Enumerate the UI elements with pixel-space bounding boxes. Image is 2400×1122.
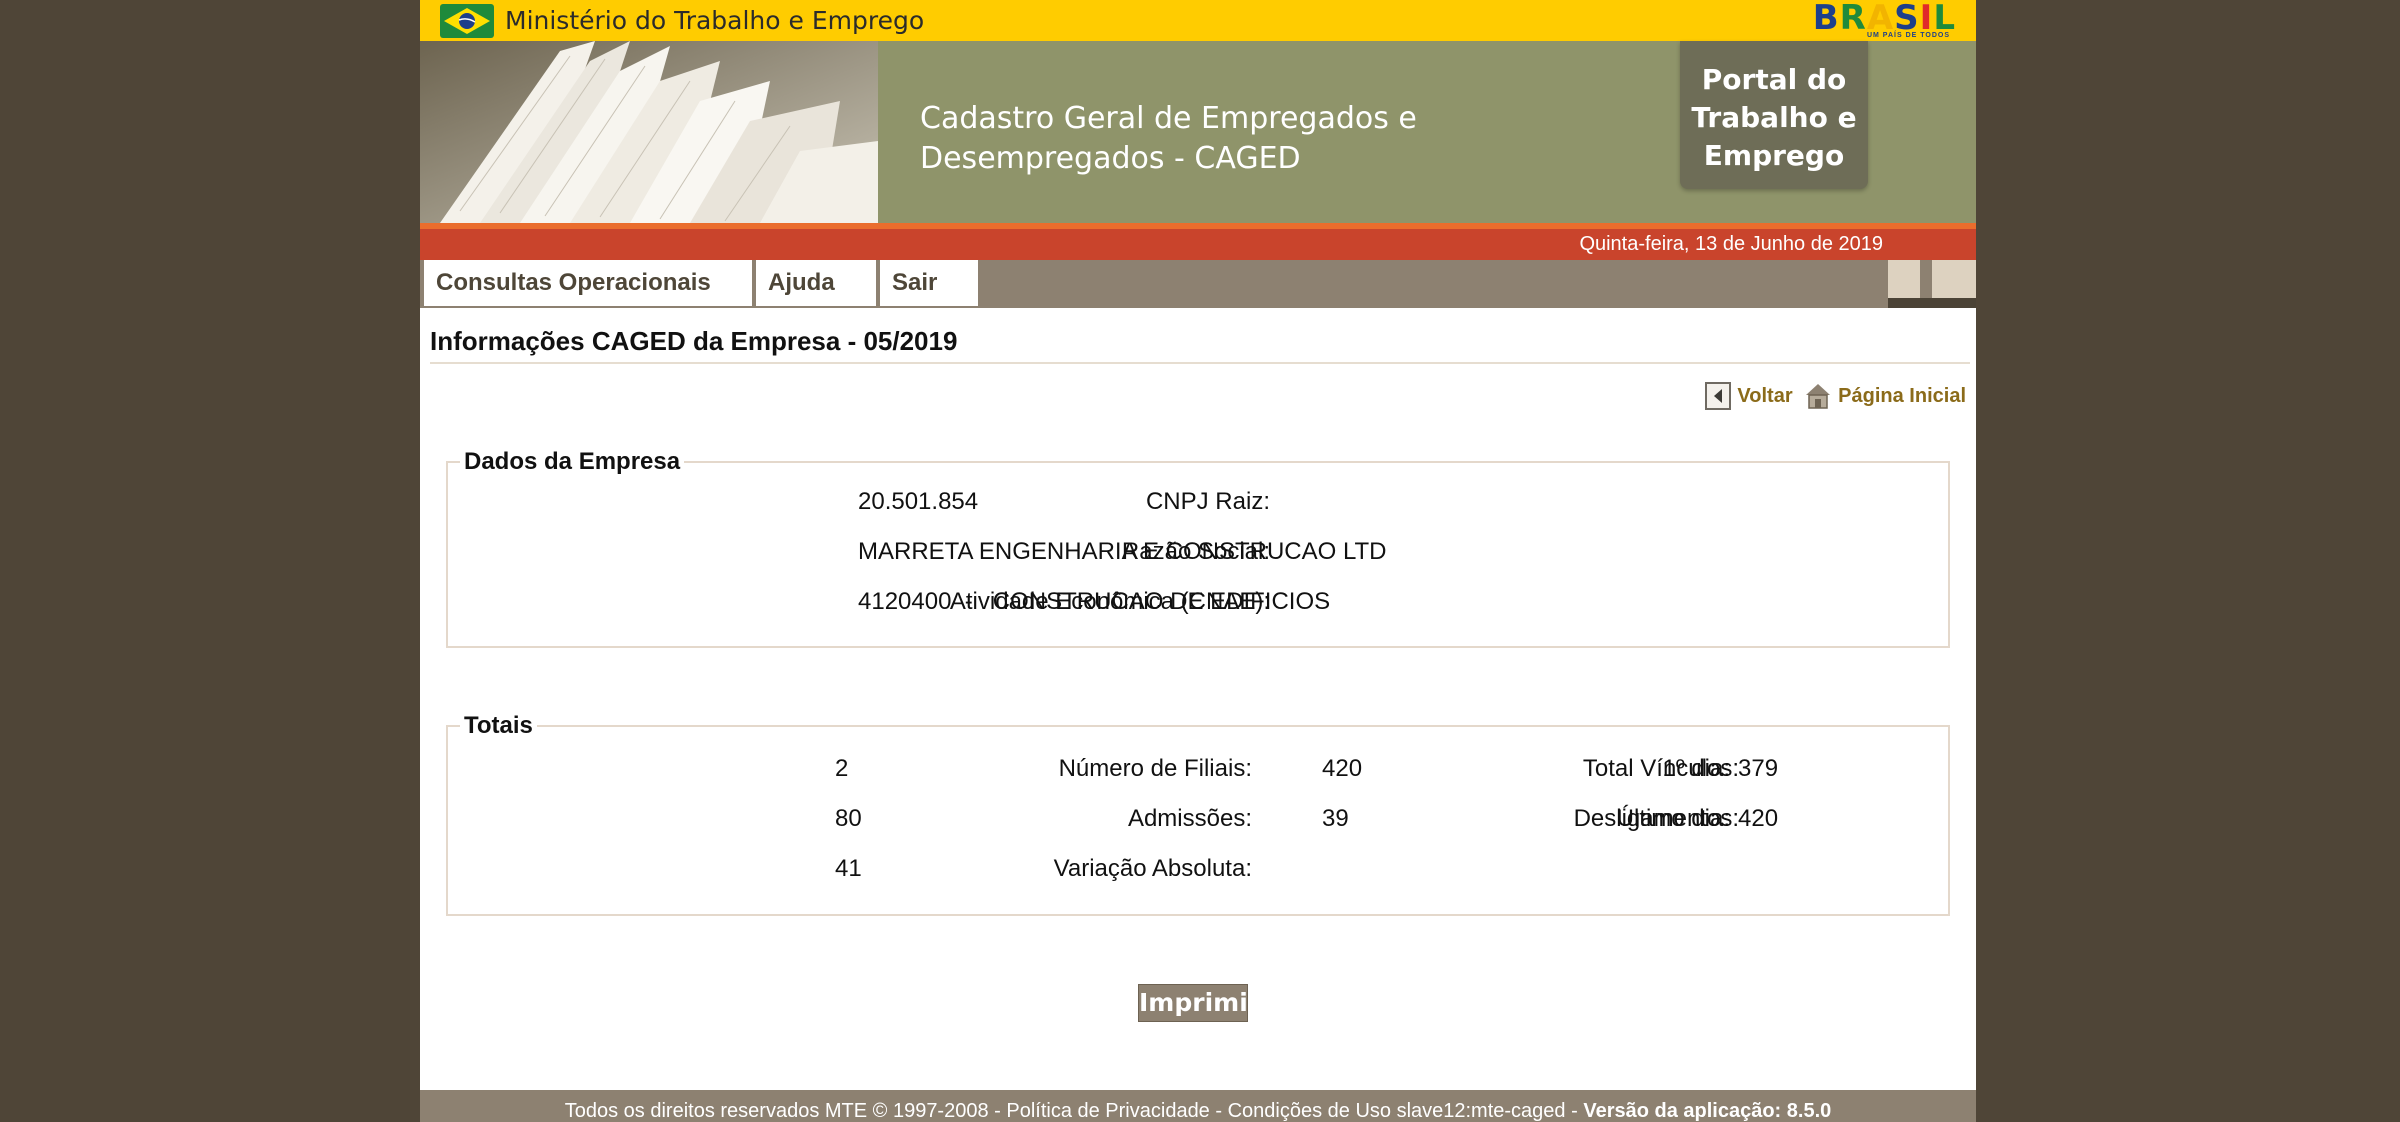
page: Ministério do Trabalho e Emprego BRASIL … <box>420 0 1976 1122</box>
footer: Todos os direitos reservados MTE © 1997-… <box>420 1090 1976 1122</box>
portal-badge-line: Trabalho e <box>1691 101 1857 134</box>
open-book-image <box>420 41 878 223</box>
empresa-legend: Dados da Empresa <box>464 448 681 475</box>
variacao-label: Variação Absoluta: <box>1053 855 1252 882</box>
banner: Cadastro Geral de Empregados e Desempreg… <box>420 41 1976 223</box>
variacao-value: 41 <box>835 855 862 882</box>
primeiro-dia-label: 1º dia: <box>1662 755 1730 782</box>
print-button[interactable]: Imprimir <box>1138 984 1260 1022</box>
primeiro-dia-value: 379 <box>1738 755 1779 782</box>
admissoes-value: 80 <box>835 805 862 832</box>
nav-decoration <box>1888 298 1976 308</box>
government-top-bar: Ministério do Trabalho e Emprego BRASIL … <box>420 0 1976 41</box>
nav-decoration <box>1932 260 1976 298</box>
home-link-label: Página Inicial <box>1838 384 1966 407</box>
banner-title: Cadastro Geral de Empregados e Desempreg… <box>920 101 1417 176</box>
page-links: Voltar Página Inicial <box>1699 382 1966 412</box>
brasil-tagline: UM PAÍS DE TODOS <box>1866 32 1950 39</box>
ultimo-dia-label: Último dia: <box>1616 805 1730 832</box>
title-divider <box>430 362 1970 364</box>
nav-tab-consultas-operacionais[interactable]: Consultas Operacionais <box>422 260 752 306</box>
portal-badge-line: Emprego <box>1703 139 1845 172</box>
filiais-value: 2 <box>835 755 849 782</box>
page-title: Informações CAGED da Empresa - 05/2019 <box>430 326 958 356</box>
totais-legend: Totais <box>464 712 533 739</box>
current-date: Quinta-feira, 13 de Junho de 2019 <box>1579 233 1883 255</box>
ultimo-dia-value: 420 <box>1738 805 1779 832</box>
razao-social-value: MARRETA ENGENHARIA E CONSTRUCAO LTD <box>858 538 1387 565</box>
main-nav: Consultas Operacionais Ajuda Sair <box>420 260 1976 308</box>
back-arrow-icon <box>1705 382 1732 410</box>
vinculos-value: 420 <box>1322 755 1363 782</box>
nav-decoration <box>1888 260 1920 298</box>
ministry-name: Ministério do Trabalho e Emprego <box>505 6 925 35</box>
back-link-label: Voltar <box>1737 384 1793 407</box>
portal-badge-line: Portal do <box>1701 63 1847 96</box>
home-link[interactable]: Página Inicial <box>1804 382 1966 410</box>
nav-tab-sair[interactable]: Sair <box>878 260 978 306</box>
cnpj-value: 20.501.854 <box>858 488 979 515</box>
back-link[interactable]: Voltar <box>1705 382 1793 410</box>
home-icon <box>1806 384 1831 409</box>
desligamentos-value: 39 <box>1322 805 1349 832</box>
app-version: Versão da aplicação: 8.5.0 <box>1583 1100 1832 1122</box>
cnpj-label: CNPJ Raiz: <box>1145 488 1270 515</box>
filiais-label: Número de Filiais: <box>1058 755 1252 782</box>
nav-tab-ajuda[interactable]: Ajuda <box>754 260 876 306</box>
cnae-value: 4120400 - CONSTRUCAO DE EDIFICIOS <box>858 588 1331 615</box>
footer-text: Todos os direitos reservados MTE © 1997-… <box>564 1100 1584 1122</box>
brazil-flag-icon <box>440 4 494 38</box>
portal-badge: Portal do Trabalho e Emprego <box>1680 41 1868 189</box>
date-bar: Quinta-feira, 13 de Junho de 2019 <box>420 223 1976 260</box>
admissoes-label: Admissões: <box>1127 805 1252 832</box>
